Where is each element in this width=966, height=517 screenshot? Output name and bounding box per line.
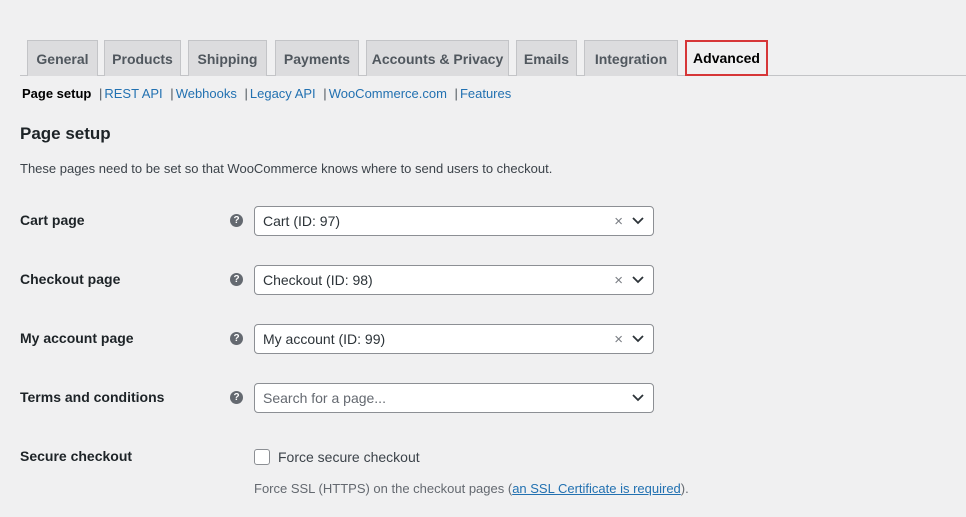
tab-accounts-privacy[interactable]: Accounts & Privacy <box>366 40 509 76</box>
cart-page-label: Cart page <box>20 212 85 228</box>
help-icon[interactable]: ? <box>230 214 243 227</box>
tab-products[interactable]: Products <box>104 40 181 76</box>
subnav-page-setup: Page setup <box>22 86 92 101</box>
clear-icon[interactable]: × <box>614 213 623 230</box>
ssl-desc-text: Force SSL (HTTPS) on the checkout pages … <box>254 481 513 496</box>
subnav-woocommerce-com[interactable]: WooCommerce.com <box>329 86 447 101</box>
subnav-webhooks[interactable]: Webhooks <box>176 86 237 101</box>
subnav-features[interactable]: Features <box>460 86 511 101</box>
ssl-certificate-link[interactable]: an SSL Certificate is required <box>512 481 681 496</box>
checkout-page-label: Checkout page <box>20 271 121 287</box>
clear-icon[interactable]: × <box>614 272 623 289</box>
terms-page-placeholder: Search for a page... <box>263 390 386 406</box>
chevron-down-icon[interactable] <box>631 214 645 228</box>
checkout-page-value: Checkout (ID: 98) <box>263 272 373 288</box>
subnav-separator: | <box>323 86 327 101</box>
tab-payments[interactable]: Payments <box>275 40 359 76</box>
terms-page-label: Terms and conditions <box>20 389 165 405</box>
chevron-down-icon[interactable] <box>631 391 645 405</box>
help-icon[interactable]: ? <box>230 391 243 404</box>
subnav-separator: | <box>244 86 248 101</box>
settings-tabs: General Products Shipping Payments Accou… <box>20 40 966 76</box>
chevron-down-icon[interactable] <box>631 273 645 287</box>
chevron-down-icon[interactable] <box>631 332 645 346</box>
ssl-desc-text-end: ). <box>680 481 689 496</box>
tab-shipping[interactable]: Shipping <box>188 40 267 76</box>
ssl-description: Force SSL (HTTPS) on the checkout pages … <box>254 481 689 496</box>
section-title: Page setup <box>20 124 111 143</box>
tab-emails[interactable]: Emails <box>516 40 577 76</box>
subnav-legacy-api[interactable]: Legacy API <box>250 86 316 101</box>
tab-advanced[interactable]: Advanced <box>685 40 768 76</box>
account-page-label: My account page <box>20 330 134 346</box>
subsection-nav: Page setup | REST API | Webhooks | Legacy A… <box>22 86 511 101</box>
account-page-select[interactable]: My account (ID: 99) × <box>254 324 654 354</box>
secure-checkout-label: Secure checkout <box>20 448 133 464</box>
subnav-rest-api[interactable]: REST API <box>104 86 162 101</box>
terms-page-select[interactable]: Search for a page... <box>254 383 654 413</box>
force-secure-checkout-label[interactable]: Force secure checkout <box>278 449 420 465</box>
cart-page-select[interactable]: Cart (ID: 97) × <box>254 206 654 236</box>
subnav-separator: | <box>170 86 174 101</box>
force-secure-checkout-checkbox[interactable] <box>254 449 270 465</box>
tab-general[interactable]: General <box>27 40 98 76</box>
help-icon[interactable]: ? <box>230 332 243 345</box>
subnav-separator: | <box>454 86 458 101</box>
cart-page-value: Cart (ID: 97) <box>263 213 341 229</box>
section-description: These pages need to be set so that WooCo… <box>20 161 553 176</box>
clear-icon[interactable]: × <box>614 331 623 348</box>
help-icon[interactable]: ? <box>230 273 243 286</box>
checkout-page-select[interactable]: Checkout (ID: 98) × <box>254 265 654 295</box>
subnav-separator: | <box>98 86 103 101</box>
tab-integration[interactable]: Integration <box>584 40 678 76</box>
account-page-value: My account (ID: 99) <box>263 331 386 347</box>
